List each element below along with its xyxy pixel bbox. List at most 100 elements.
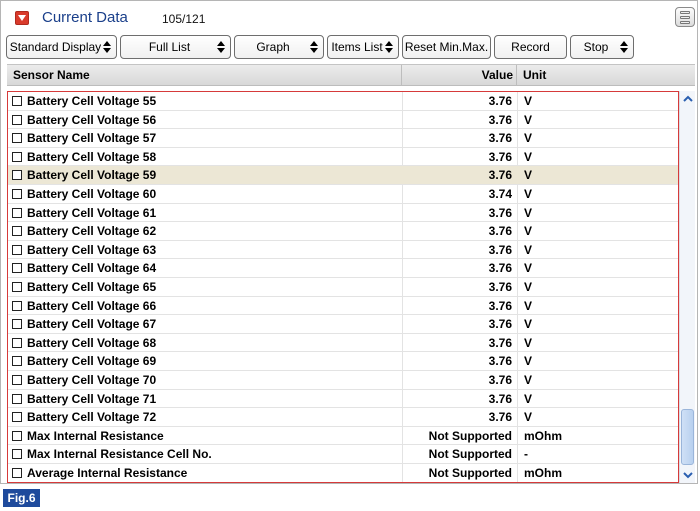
row-checkbox[interactable] — [12, 244, 22, 255]
full-list-dropdown[interactable]: Full List — [120, 35, 231, 59]
table-row[interactable]: Battery Cell Voltage 72 3.76 V — [8, 408, 678, 427]
sensor-name: Battery Cell Voltage 64 — [27, 261, 157, 276]
row-checkbox[interactable] — [12, 96, 22, 106]
row-checkbox[interactable] — [12, 170, 22, 181]
table-row[interactable]: Battery Cell Voltage 69 3.76 V — [8, 352, 678, 371]
row-checkbox[interactable] — [12, 375, 22, 385]
sensor-value: Not Supported — [428, 466, 512, 480]
scrollbar-thumb[interactable] — [681, 409, 694, 465]
row-checkbox[interactable] — [12, 263, 22, 274]
table-row[interactable]: Battery Cell Voltage 60 3.74 V — [8, 185, 678, 204]
row-checkbox[interactable] — [12, 226, 22, 237]
row-checkbox[interactable] — [12, 300, 22, 311]
sensor-value: 3.76 — [488, 242, 512, 257]
row-checkbox[interactable] — [12, 337, 22, 348]
sensor-value: 3.76 — [488, 410, 512, 425]
panel-title: Current Data — [42, 9, 128, 26]
sensor-value: 3.76 — [488, 280, 512, 294]
sensor-name: Battery Cell Voltage 60 — [27, 187, 157, 201]
column-header-value[interactable]: Value — [482, 68, 513, 82]
sensor-name: Battery Cell Voltage 63 — [27, 242, 157, 257]
row-checkbox[interactable] — [12, 356, 22, 367]
toolbar: Standard Display Full List Graph Items L… — [1, 35, 699, 61]
table-row[interactable]: Battery Cell Voltage 57 3.76 V — [8, 129, 678, 148]
scroll-down-arrow-icon[interactable] — [682, 469, 694, 481]
row-checkbox[interactable] — [12, 393, 22, 404]
sensor-name: Battery Cell Voltage 57 — [27, 131, 157, 146]
row-checkbox[interactable] — [12, 412, 22, 423]
table-row[interactable]: Battery Cell Voltage 61 3.76 V — [8, 204, 678, 223]
sensor-value: 3.76 — [488, 168, 512, 183]
table-row[interactable]: Battery Cell Voltage 64 3.76 V — [8, 259, 678, 278]
graph-dropdown[interactable]: Graph — [234, 35, 324, 59]
updown-arrow-icon — [310, 41, 318, 53]
items-list-dropdown[interactable]: Items List — [327, 35, 399, 59]
sensor-unit: mOhm — [524, 466, 563, 480]
table-row[interactable]: Battery Cell Voltage 71 3.76 V — [8, 390, 678, 409]
sensor-value: 3.76 — [488, 317, 512, 332]
column-header-unit[interactable]: Unit — [523, 68, 546, 82]
table-row[interactable]: Battery Cell Voltage 70 3.76 V — [8, 371, 678, 390]
sensor-unit: V — [524, 187, 533, 201]
table-row[interactable]: Max Internal Resistance Not Supported mOhm — [8, 427, 678, 446]
table-row[interactable]: Battery Cell Voltage 58 3.76 V — [8, 148, 678, 167]
sensor-value: Not Supported — [428, 428, 512, 443]
row-checkbox[interactable] — [12, 189, 22, 199]
table-row[interactable]: Battery Cell Voltage 59 3.76 V — [8, 166, 678, 185]
reset-min-max-button[interactable]: Reset Min.Max. — [402, 35, 491, 59]
sensor-name: Max Internal Resistance Cell No. — [27, 447, 212, 462]
table-row[interactable]: Max Internal Resistance Cell No. Not Supp… — [8, 445, 678, 464]
sensor-value: 3.76 — [488, 354, 512, 369]
vertical-scrollbar[interactable] — [679, 91, 695, 483]
row-checkbox[interactable] — [12, 151, 22, 162]
updown-arrow-icon — [385, 41, 393, 53]
full-list-label: Full List — [148, 40, 191, 54]
sensor-unit: V — [524, 410, 533, 425]
sensor-table-body: Battery Cell Voltage 55 3.76 V Battery Cell… — [7, 91, 679, 483]
sensor-name: Max Internal Resistance — [27, 428, 164, 443]
row-checkbox[interactable] — [12, 449, 22, 460]
sensor-value: Not Supported — [428, 447, 512, 462]
standard-display-dropdown[interactable]: Standard Display — [6, 35, 117, 59]
table-row[interactable]: Battery Cell Voltage 66 3.76 V — [8, 297, 678, 316]
sensor-unit: mOhm — [524, 428, 563, 443]
graph-label: Graph — [256, 40, 290, 54]
table-row[interactable]: Battery Cell Voltage 63 3.76 V — [8, 241, 678, 260]
record-button[interactable]: Record — [494, 35, 567, 59]
row-checkbox[interactable] — [12, 207, 22, 218]
table-row[interactable]: Battery Cell Voltage 62 3.76 V — [8, 222, 678, 241]
row-checkbox[interactable] — [12, 282, 22, 292]
sensor-value: 3.76 — [488, 112, 512, 127]
row-checkbox[interactable] — [12, 468, 22, 478]
standard-display-label: Standard Display — [9, 40, 102, 54]
table-row[interactable]: Battery Cell Voltage 67 3.76 V — [8, 315, 678, 334]
table-row[interactable]: Battery Cell Voltage 65 3.76 V — [8, 278, 678, 297]
table-row[interactable]: Average Internal Resistance Not Supported… — [8, 464, 678, 482]
sensor-name: Battery Cell Voltage 71 — [27, 391, 157, 406]
updown-arrow-icon — [103, 41, 111, 53]
row-checkbox[interactable] — [12, 430, 22, 441]
sensor-name: Battery Cell Voltage 72 — [27, 410, 157, 425]
sensor-unit: V — [524, 205, 533, 220]
menu-icon[interactable] — [675, 7, 695, 27]
sensor-name: Battery Cell Voltage 67 — [27, 317, 157, 332]
table-header: Sensor Name Value Unit — [7, 64, 695, 86]
table-row[interactable]: Battery Cell Voltage 68 3.76 V — [8, 334, 678, 353]
row-checkbox[interactable] — [12, 319, 22, 330]
column-header-sensor-name[interactable]: Sensor Name — [13, 68, 90, 82]
scroll-up-arrow-icon[interactable] — [682, 93, 694, 105]
chevron-down-icon[interactable] — [15, 11, 29, 25]
sensor-value: 3.76 — [488, 391, 512, 406]
sensor-name: Battery Cell Voltage 62 — [27, 224, 157, 239]
sensor-name: Battery Cell Voltage 66 — [27, 298, 157, 313]
sensor-unit: V — [524, 298, 533, 313]
stop-dropdown[interactable]: Stop — [570, 35, 634, 59]
sensor-unit: V — [524, 131, 533, 146]
sensor-name: Battery Cell Voltage 61 — [27, 205, 157, 220]
table-row[interactable]: Battery Cell Voltage 55 3.76 V — [8, 92, 678, 111]
row-checkbox[interactable] — [12, 114, 22, 125]
sensor-value: 3.76 — [488, 149, 512, 164]
table-row[interactable]: Battery Cell Voltage 56 3.76 V — [8, 111, 678, 130]
sensor-unit: V — [524, 391, 533, 406]
row-checkbox[interactable] — [12, 133, 22, 144]
